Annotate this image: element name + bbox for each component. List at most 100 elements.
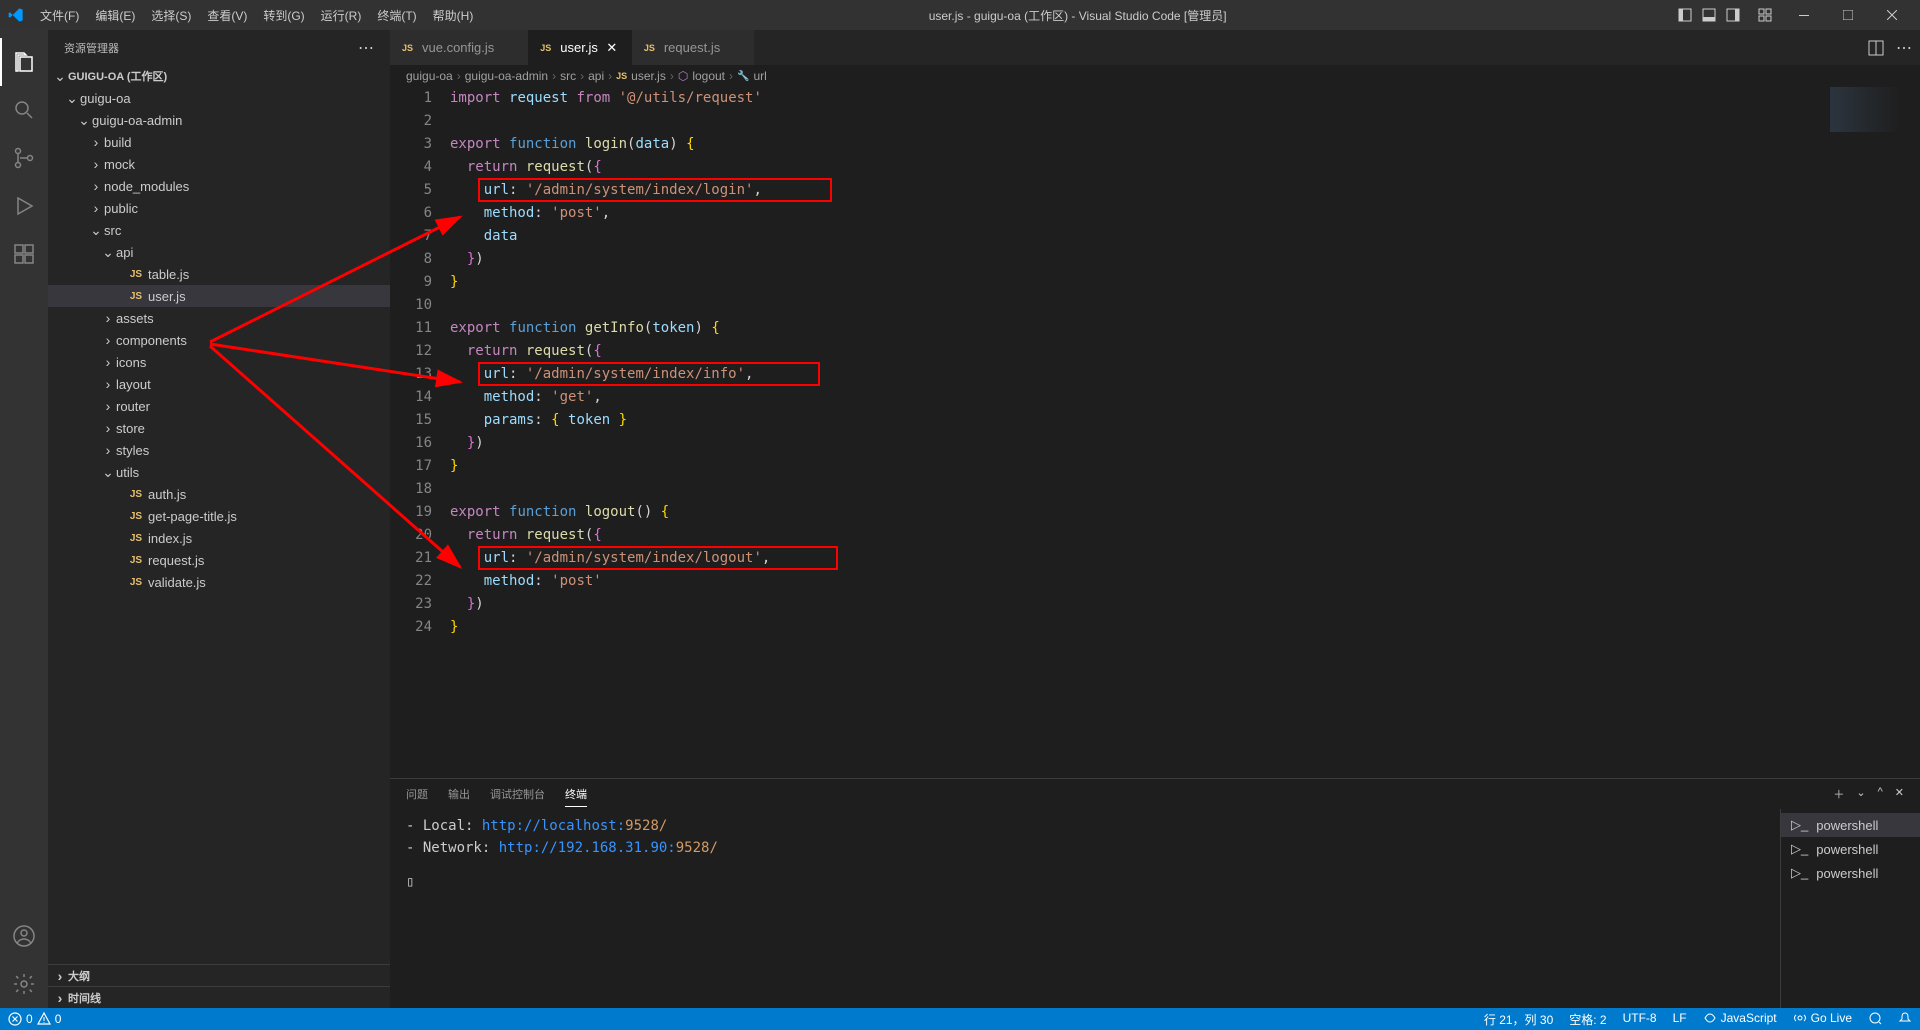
maximize-button[interactable] (1828, 0, 1868, 30)
language-mode[interactable]: JavaScript (1695, 1011, 1785, 1025)
close-button[interactable] (1872, 0, 1912, 30)
file-item[interactable]: JSget-page-title.js (48, 505, 390, 527)
folder-item[interactable]: ›node_modules (48, 175, 390, 197)
code-editor[interactable]: 123456789101112131415161718192021222324 … (390, 87, 1920, 778)
cursor-position[interactable]: 行 21，列 30 (1476, 1011, 1561, 1028)
file-item[interactable]: JSauth.js (48, 483, 390, 505)
feedback-icon[interactable] (1860, 1011, 1890, 1025)
folder-item[interactable]: ›styles (48, 439, 390, 461)
terminal-icon: ▷_ (1791, 841, 1808, 857)
breadcrumb-item[interactable]: guigu-oa (406, 69, 453, 83)
folder-item[interactable]: ›build (48, 131, 390, 153)
folder-item[interactable]: ›icons (48, 351, 390, 373)
close-panel-icon[interactable]: ✕ (1895, 786, 1904, 802)
more-actions-icon[interactable]: ⋯ (358, 38, 374, 58)
menu-item[interactable]: 文件(F) (32, 3, 87, 28)
tab-label: request.js (664, 40, 720, 55)
folder-item[interactable]: ⌄guigu-oa-admin (48, 109, 390, 131)
terminal-output[interactable]: - Local: http://localhost:9528/ - Networ… (390, 809, 1780, 1008)
panel-tab[interactable]: 输出 (448, 782, 470, 807)
menu-item[interactable]: 查看(V) (199, 3, 255, 28)
code-content[interactable]: import request from '@/utils/request'exp… (450, 87, 1830, 778)
folder-item[interactable]: ⌄utils (48, 461, 390, 483)
sidebar-section[interactable]: ›大纲 (48, 964, 390, 986)
folder-item[interactable]: ›assets (48, 307, 390, 329)
menu-item[interactable]: 选择(S) (143, 3, 199, 28)
menu-item[interactable]: 转到(G) (255, 3, 312, 28)
folder-item[interactable]: ›layout (48, 373, 390, 395)
toggle-panel-left-icon[interactable] (1674, 4, 1696, 26)
editor-tab[interactable]: JSrequest.js✕ (632, 30, 754, 65)
sidebar-section[interactable]: ›时间线 (48, 986, 390, 1008)
folder-item[interactable]: ›components (48, 329, 390, 351)
editor-area: JSvue.config.js✕JSuser.js✕JSrequest.js✕ … (390, 30, 1920, 1008)
tree-item-label: user.js (148, 289, 186, 304)
folder-item[interactable]: ›mock (48, 153, 390, 175)
close-tab-icon[interactable]: ✕ (604, 40, 620, 56)
terminal-instance[interactable]: ▷_powershell (1781, 813, 1920, 837)
file-item[interactable]: JSuser.js (48, 285, 390, 307)
tree-item-label: api (116, 245, 133, 260)
menu-item[interactable]: 帮助(H) (425, 3, 482, 28)
menu-item[interactable]: 运行(R) (313, 3, 370, 28)
workspace-root[interactable]: ⌄ GUIGU-OA (工作区) (48, 65, 390, 87)
folder-item[interactable]: ⌄guigu-oa (48, 87, 390, 109)
settings-gear-icon[interactable] (0, 960, 48, 1008)
panel-tab[interactable]: 问题 (406, 782, 428, 807)
js-file-icon: JS (128, 530, 144, 546)
breadcrumb-item[interactable]: logout (692, 69, 725, 83)
split-editor-icon[interactable] (1868, 40, 1884, 56)
file-item[interactable]: JSindex.js (48, 527, 390, 549)
more-actions-icon[interactable]: ⋯ (1896, 38, 1912, 58)
new-terminal-icon[interactable]: ＋ (1833, 786, 1844, 802)
customize-layout-icon[interactable] (1754, 4, 1776, 26)
menu-item[interactable]: 终端(T) (369, 3, 424, 28)
problems-status[interactable]: 0 0 (0, 1008, 69, 1030)
search-icon[interactable] (0, 86, 48, 134)
folder-item[interactable]: ⌄api (48, 241, 390, 263)
account-icon[interactable] (0, 912, 48, 960)
breadcrumb-item[interactable]: url (753, 69, 766, 83)
breadcrumb[interactable]: guigu-oa›guigu-oa-admin›src›api›JSuser.j… (390, 65, 1920, 87)
chevron-down-icon: ⌄ (52, 68, 68, 84)
breadcrumb-item[interactable]: user.js (631, 69, 666, 83)
go-live[interactable]: Go Live (1785, 1011, 1860, 1025)
extensions-icon[interactable] (0, 230, 48, 278)
breadcrumb-item[interactable]: api (588, 69, 604, 83)
file-item[interactable]: JSrequest.js (48, 549, 390, 571)
toggle-panel-right-icon[interactable] (1722, 4, 1744, 26)
tree-item-label: styles (116, 443, 149, 458)
editor-tab[interactable]: JSuser.js✕ (528, 30, 632, 65)
minimap[interactable] (1830, 87, 1920, 778)
terminal-dropdown-icon[interactable]: ⌄ (1856, 786, 1865, 802)
chevron-right-icon: › (88, 156, 104, 172)
folder-item[interactable]: ›store (48, 417, 390, 439)
file-item[interactable]: JStable.js (48, 263, 390, 285)
chevron-right-icon: › (88, 200, 104, 216)
encoding[interactable]: UTF-8 (1615, 1011, 1665, 1025)
menu-item[interactable]: 编辑(E) (87, 3, 143, 28)
toggle-panel-bottom-icon[interactable] (1698, 4, 1720, 26)
minimize-button[interactable] (1784, 0, 1824, 30)
panel-tab[interactable]: 调试控制台 (490, 782, 545, 807)
folder-item[interactable]: ›router (48, 395, 390, 417)
folder-item[interactable]: ›public (48, 197, 390, 219)
eol[interactable]: LF (1665, 1011, 1695, 1025)
source-control-icon[interactable] (0, 134, 48, 182)
run-debug-icon[interactable] (0, 182, 48, 230)
explorer-icon[interactable] (0, 38, 48, 86)
indentation[interactable]: 空格: 2 (1561, 1011, 1614, 1028)
terminal-instance[interactable]: ▷_powershell (1781, 861, 1920, 885)
folder-item[interactable]: ⌄src (48, 219, 390, 241)
editor-tab[interactable]: JSvue.config.js✕ (390, 30, 528, 65)
js-file-icon: JS (128, 574, 144, 590)
panel-tab[interactable]: 终端 (565, 782, 587, 807)
terminal-instance[interactable]: ▷_powershell (1781, 837, 1920, 861)
notifications-icon[interactable] (1890, 1011, 1920, 1025)
file-tree: ⌄ GUIGU-OA (工作区) ⌄guigu-oa⌄guigu-oa-admi… (48, 65, 390, 964)
file-item[interactable]: JSvalidate.js (48, 571, 390, 593)
tree-item-label: guigu-oa (80, 91, 131, 106)
breadcrumb-item[interactable]: src (560, 69, 576, 83)
breadcrumb-item[interactable]: guigu-oa-admin (465, 69, 548, 83)
maximize-panel-icon[interactable]: ^ (1878, 786, 1883, 802)
